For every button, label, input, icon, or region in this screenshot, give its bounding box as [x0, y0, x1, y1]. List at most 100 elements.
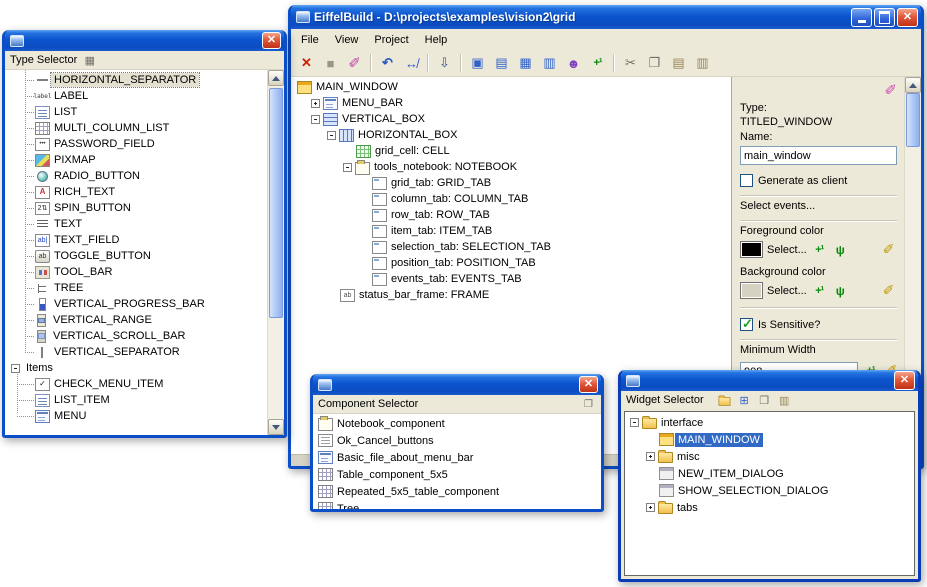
close-button[interactable]: [579, 376, 598, 393]
widget-row[interactable]: MAIN_WINDOW: [625, 431, 914, 448]
list-mode-icon[interactable]: [82, 53, 97, 67]
tree-row[interactable]: selection_tab: SELECTION_TAB: [291, 239, 731, 255]
pick-icon[interactable]: [832, 242, 849, 258]
expand-icon[interactable]: [646, 452, 655, 461]
background-swatch[interactable]: [740, 282, 763, 299]
maximize-button[interactable]: [874, 8, 895, 27]
edit-icon[interactable]: [880, 283, 897, 299]
widget-row[interactable]: misc: [625, 448, 914, 465]
grid-view-icon[interactable]: [514, 53, 537, 74]
widget-row[interactable]: SHOW_SELECTION_DIALOG: [625, 482, 914, 499]
unlink-icon[interactable]: [400, 53, 423, 74]
tree-row[interactable]: MAIN_WINDOW: [291, 79, 731, 95]
expand-icon[interactable]: [311, 99, 320, 108]
select-events-link[interactable]: Select events...: [740, 200, 897, 212]
title-bar[interactable]: EiffelBuild - D:\projects\examples\visio…: [291, 5, 921, 29]
cut-icon[interactable]: [619, 53, 642, 74]
type-item[interactable]: VERTICAL_SEPARATOR: [5, 344, 267, 360]
tree-row[interactable]: events_tab: EVENTS_TAB: [291, 271, 731, 287]
type-item[interactable]: VERTICAL_SCROLL_BAR: [5, 328, 267, 344]
paste-icon[interactable]: [667, 53, 690, 74]
add-one-icon[interactable]: [811, 283, 828, 299]
tree-row[interactable]: position_tab: POSITION_TAB: [291, 255, 731, 271]
items-group-row[interactable]: Items: [5, 360, 267, 376]
collapse-icon[interactable]: [11, 364, 20, 373]
component-item[interactable]: Basic_file_about_menu_bar: [313, 449, 601, 466]
type-item[interactable]: LABEL: [5, 88, 267, 104]
expand-icon[interactable]: [646, 503, 655, 512]
type-item[interactable]: PIXMAP: [5, 152, 267, 168]
type-item[interactable]: TOGGLE_BUTTON: [5, 248, 267, 264]
foreground-swatch[interactable]: [740, 241, 763, 258]
tree-row[interactable]: tools_notebook: NOTEBOOK: [291, 159, 731, 175]
component-item[interactable]: Tree: [313, 500, 601, 509]
scrollbar-track[interactable]: [268, 86, 284, 419]
component-item[interactable]: Table_component_5x5: [313, 466, 601, 483]
add-one-icon[interactable]: [811, 242, 828, 258]
pick-icon[interactable]: [832, 283, 849, 299]
widget-row[interactable]: interface: [625, 414, 914, 431]
detach-icon[interactable]: [581, 397, 596, 411]
collapse-icon[interactable]: [327, 131, 336, 140]
paste-icon[interactable]: [777, 393, 792, 407]
type-item[interactable]: TREE: [5, 280, 267, 296]
tree-row[interactable]: column_tab: COLUMN_TAB: [291, 191, 731, 207]
tree-row[interactable]: grid_cell: CELL: [291, 143, 731, 159]
tree-row[interactable]: grid_tab: GRID_TAB: [291, 175, 731, 191]
close-button[interactable]: [262, 32, 281, 49]
collapse-icon[interactable]: [343, 163, 352, 172]
tree-row[interactable]: MENU_BAR: [291, 95, 731, 111]
collapse-icon[interactable]: [311, 115, 320, 124]
type-item[interactable]: RADIO_BUTTON: [5, 168, 267, 184]
title-bar[interactable]: [5, 30, 284, 51]
tree-row[interactable]: HORIZONTAL_BOX: [291, 127, 731, 143]
close-button[interactable]: [894, 371, 915, 390]
type-item[interactable]: CHECK_MENU_ITEM: [5, 376, 267, 392]
split-view-icon[interactable]: [490, 53, 513, 74]
close-button[interactable]: [897, 8, 918, 27]
tree-row[interactable]: status_bar_frame: FRAME: [291, 287, 731, 303]
users-icon[interactable]: [562, 53, 585, 74]
scroll-up-button[interactable]: [268, 70, 284, 86]
type-item[interactable]: RICH_TEXT: [5, 184, 267, 200]
minimize-button[interactable]: [851, 8, 872, 27]
tree-row[interactable]: row_tab: ROW_TAB: [291, 207, 731, 223]
component-item[interactable]: Repeated_5x5_table_component: [313, 483, 601, 500]
type-item[interactable]: TEXT: [5, 216, 267, 232]
stop-icon[interactable]: [319, 53, 342, 74]
type-item[interactable]: TOOL_BAR: [5, 264, 267, 280]
menu-help[interactable]: Help: [417, 31, 456, 49]
build-icon[interactable]: [433, 53, 456, 74]
generate-client-checkbox[interactable]: [740, 174, 753, 187]
window-view-icon[interactable]: [466, 53, 489, 74]
edit-icon[interactable]: [880, 242, 897, 258]
type-item[interactable]: SPIN_BUTTON: [5, 200, 267, 216]
is-sensitive-checkbox[interactable]: [740, 318, 753, 331]
copy-icon[interactable]: [757, 393, 772, 407]
paint-icon[interactable]: [343, 53, 366, 74]
background-select[interactable]: Select...: [767, 285, 807, 297]
type-item[interactable]: VERTICAL_RANGE: [5, 312, 267, 328]
tree-row[interactable]: VERTICAL_BOX: [291, 111, 731, 127]
component-item[interactable]: Ok_Cancel_buttons: [313, 432, 601, 449]
add-one-icon[interactable]: [586, 53, 609, 74]
type-item[interactable]: LIST_ITEM: [5, 392, 267, 408]
type-item[interactable]: MENU: [5, 408, 267, 424]
add-widget-icon[interactable]: [737, 393, 752, 407]
menu-file[interactable]: File: [293, 31, 327, 49]
type-item[interactable]: TEXT_FIELD: [5, 232, 267, 248]
foreground-select[interactable]: Select...: [767, 244, 807, 256]
title-bar[interactable]: [313, 374, 601, 395]
copy-icon[interactable]: [643, 53, 666, 74]
widget-row[interactable]: tabs: [625, 499, 914, 516]
delete-icon[interactable]: [295, 53, 318, 74]
scrollbar-thumb[interactable]: [906, 93, 920, 147]
folder-icon[interactable]: [717, 393, 732, 407]
collapse-icon[interactable]: [630, 418, 639, 427]
type-item[interactable]: VERTICAL_PROGRESS_BAR: [5, 296, 267, 312]
type-selector-scrollbar[interactable]: [267, 70, 284, 435]
type-item[interactable]: MULTI_COLUMN_LIST: [5, 120, 267, 136]
menu-project[interactable]: Project: [366, 31, 416, 49]
paint-icon[interactable]: [884, 81, 897, 99]
component-item[interactable]: Notebook_component: [313, 415, 601, 432]
